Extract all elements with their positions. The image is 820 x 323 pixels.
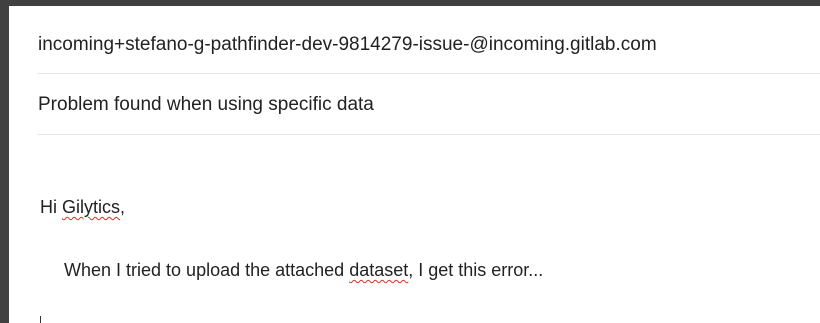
message-suffix: , I get this error... bbox=[408, 260, 544, 280]
email-compose-window: incoming+stefano-g-pathfinder-dev-981427… bbox=[0, 0, 820, 323]
message-prefix: When I tried to upload the attached bbox=[64, 260, 350, 280]
to-field[interactable]: incoming+stefano-g-pathfinder-dev-981427… bbox=[38, 33, 820, 57]
window-top-border bbox=[0, 0, 820, 6]
greeting-suffix: , bbox=[120, 197, 126, 217]
greeting-prefix: Hi bbox=[40, 197, 62, 217]
greeting-line: Hi Gilytics, bbox=[40, 195, 125, 219]
greeting-name-misspelled[interactable]: Gilytics bbox=[62, 197, 120, 217]
message-line: When I tried to upload the attached data… bbox=[64, 258, 543, 282]
window-left-border bbox=[0, 6, 9, 323]
message-body-editor[interactable]: Hi Gilytics, When I tried to upload the … bbox=[40, 180, 820, 323]
subject-field-divider bbox=[38, 134, 820, 135]
to-field-divider bbox=[38, 73, 820, 74]
message-word-misspelled[interactable]: dataset bbox=[349, 260, 408, 280]
subject-field[interactable]: Problem found when using specific data bbox=[38, 93, 820, 117]
text-caret bbox=[40, 316, 41, 323]
